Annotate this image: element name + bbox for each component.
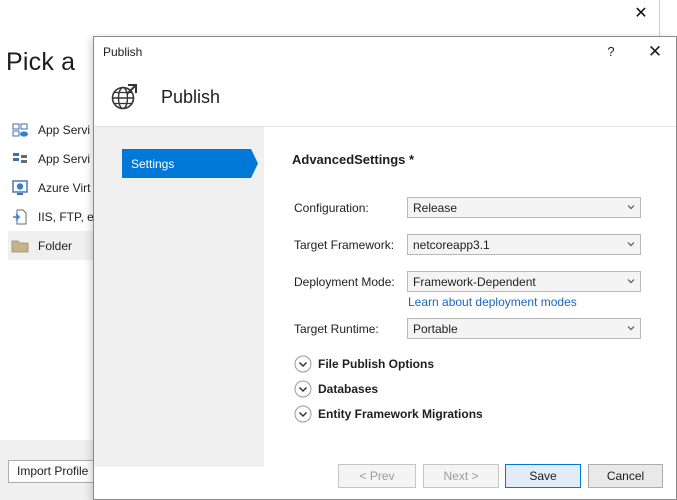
chevron-down-icon [627,205,635,210]
target-item-label: Azure Virt [38,180,91,195]
target-item-folder[interactable]: Folder [8,231,94,260]
expander-label: File Publish Options [318,357,435,371]
dialog-header-title: Publish [161,87,221,107]
dialog-footer: < Prev Next > Save Cancel [94,464,676,499]
configuration-select[interactable]: Release [407,197,641,218]
app-service-linux-icon [11,150,29,168]
target-framework-value: netcoreapp3.1 [413,238,490,252]
settings-panel: AdvancedSettings * Configuration: Releas… [264,127,676,467]
target-item-iis-ftp[interactable]: IIS, FTP, et [8,202,94,231]
chevron-down-icon [627,242,635,247]
dialog-window-title: Publish [103,45,143,59]
deployment-mode-label: Deployment Mode: [294,275,395,289]
chevron-down-icon [627,279,635,284]
target-item-label: App Servi [38,151,91,166]
nav-item-label: Settings [131,157,175,171]
expand-chevron-icon [294,355,312,373]
target-runtime-select[interactable]: Portable [407,318,641,339]
cloud-app-service-icon [11,121,29,139]
expander-file-publish-options[interactable]: File Publish Options [294,355,434,373]
folder-icon [11,237,29,255]
target-item-azure-vm[interactable]: Azure Virt [8,173,94,202]
learn-deployment-modes-link[interactable]: Learn about deployment modes [408,295,577,309]
globe-publish-icon [108,81,140,113]
target-framework-select[interactable]: netcoreapp3.1 [407,234,641,255]
target-runtime-label: Target Runtime: [294,322,379,336]
target-item-app-service-linux[interactable]: App Servi [8,144,94,173]
nav-item-settings[interactable]: Settings [122,149,258,178]
target-item-label: Folder [38,238,73,253]
expander-ef-migrations[interactable]: Entity Framework Migrations [294,405,483,423]
deployment-mode-select[interactable]: Framework-Dependent [407,271,641,292]
target-item-app-service[interactable]: App Servi [8,115,94,144]
dialog-titlebar[interactable]: Publish ? ✕ [94,37,676,67]
target-item-label: IIS, FTP, et [38,209,94,224]
background-close-button[interactable]: ✕ [626,2,656,26]
save-button[interactable]: Save [505,464,581,488]
expander-label: Entity Framework Migrations [318,407,483,421]
cancel-button[interactable]: Cancel [588,464,663,488]
publish-dialog: Publish ? ✕ Publish Settings AdvancedSet… [93,36,677,500]
expand-chevron-icon [294,380,312,398]
target-runtime-value: Portable [413,322,458,336]
configuration-label: Configuration: [294,201,369,215]
configuration-value: Release [413,201,458,215]
target-framework-label: Target Framework: [294,238,395,252]
chevron-down-icon [627,326,635,331]
deployment-mode-value: Framework-Dependent [413,275,536,289]
background-page-title: Pick a [6,48,76,76]
expand-chevron-icon [294,405,312,423]
publish-target-list: App Servi App Servi Azure Virt IIS, FTP,… [8,115,94,260]
close-button[interactable]: ✕ [640,40,670,64]
help-button[interactable]: ? [596,40,626,64]
dialog-header: Publish [94,67,676,127]
dialog-nav: Settings [94,127,264,467]
expander-label: Databases [318,382,379,396]
target-item-label: App Servi [38,122,91,137]
expander-databases[interactable]: Databases [294,380,378,398]
prev-button[interactable]: < Prev [338,464,416,488]
next-button[interactable]: Next > [423,464,499,488]
azure-vm-icon [11,179,29,197]
section-title: AdvancedSettings * [292,152,415,167]
iis-ftp-icon [11,208,29,226]
